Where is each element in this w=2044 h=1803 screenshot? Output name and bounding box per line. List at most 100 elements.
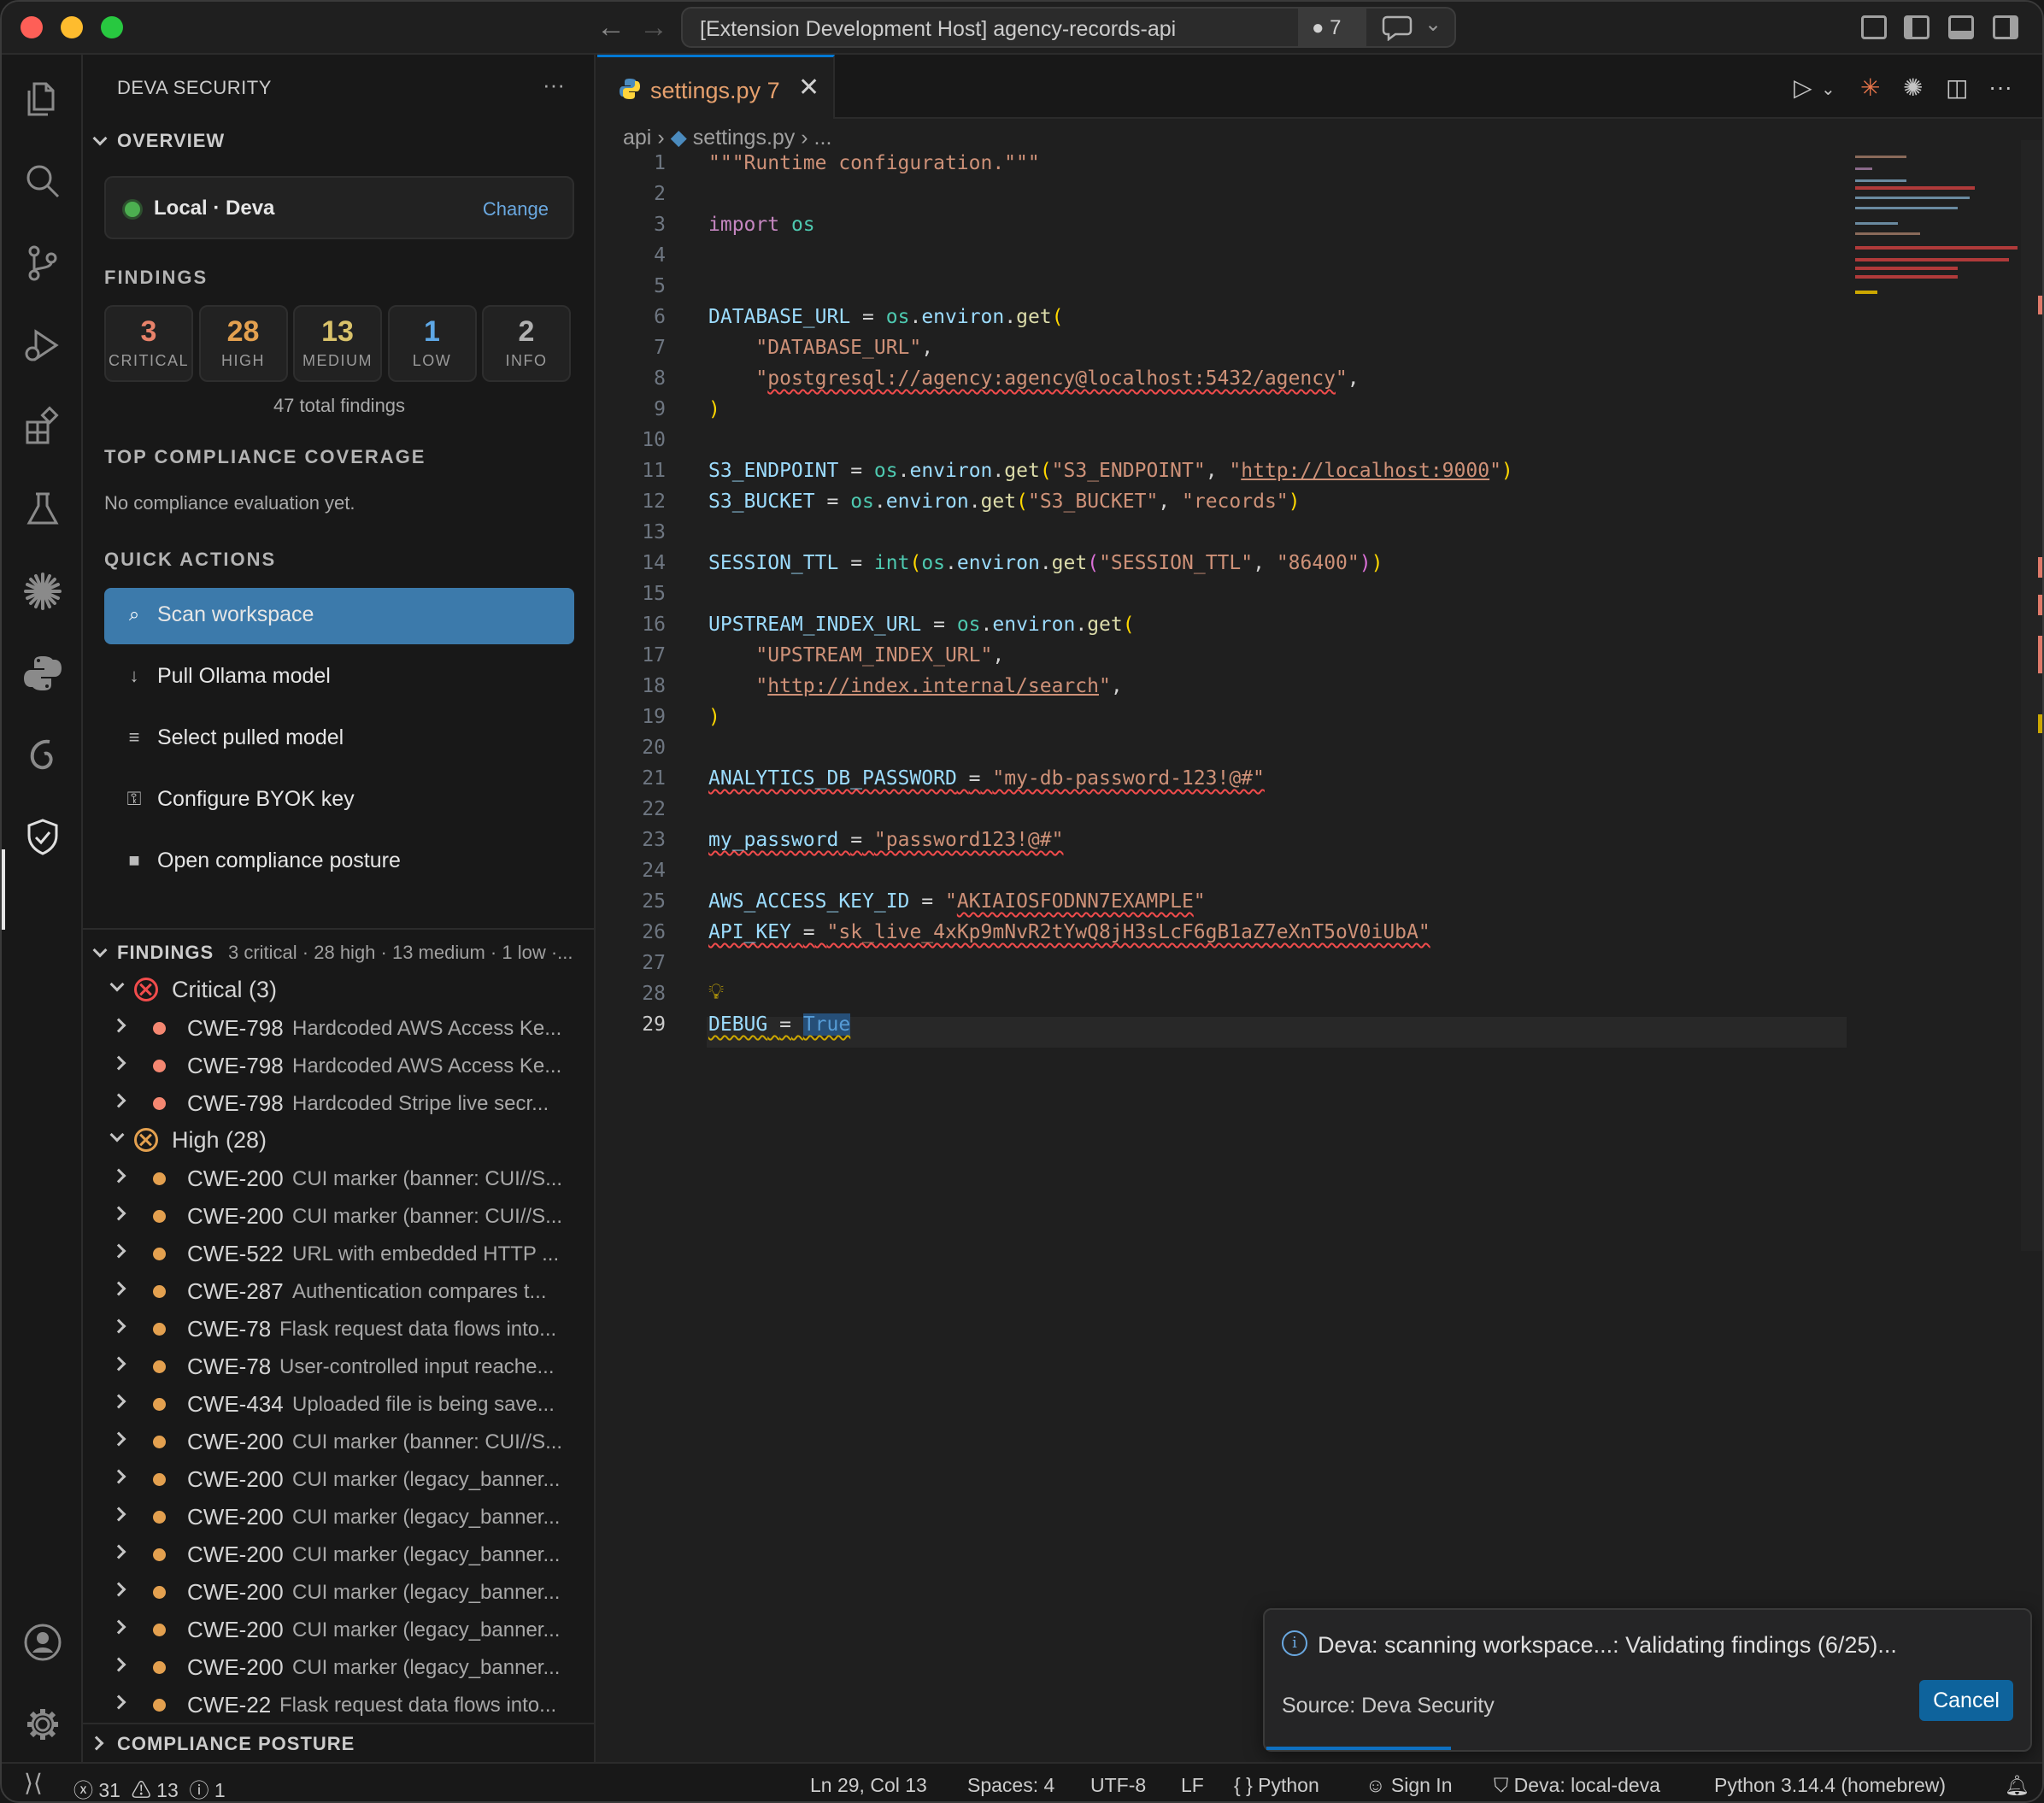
severity-card-info[interactable]: 2 INFO: [482, 305, 571, 382]
code-line[interactable]: UPSTREAM_INDEX_URL = os.environ.get(: [708, 614, 1135, 636]
search-icon[interactable]: [21, 159, 65, 203]
finding-item[interactable]: CWE-287 Authentication compares t...: [83, 1271, 596, 1309]
finding-item[interactable]: CWE-798 Hardcoded AWS Access Ke...: [83, 1046, 596, 1084]
customize-layout-icon[interactable]: [1861, 15, 1887, 39]
finding-item[interactable]: CWE-200 CUI marker (banner: CUI//S...: [83, 1159, 596, 1196]
code-line[interactable]: "http://index.internal/search",: [708, 675, 1122, 697]
severity-card-low[interactable]: 1 LOW: [387, 305, 477, 382]
source-control-icon[interactable]: [21, 241, 65, 285]
tab-settings-py[interactable]: settings.py 7 ✕: [597, 55, 835, 119]
end-of-line[interactable]: LF: [1181, 1774, 1204, 1797]
select-pulled-model-button[interactable]: ≡ Select pulled model: [104, 711, 574, 764]
finding-item[interactable]: CWE-200 CUI marker (legacy_banner...: [83, 1610, 596, 1647]
burst-icon[interactable]: [21, 569, 65, 614]
scan-workspace-button[interactable]: ⌕ Scan workspace: [104, 588, 574, 644]
code-line[interactable]: import os: [708, 214, 815, 236]
finding-item[interactable]: CWE-434 Uploaded file is being save...: [83, 1384, 596, 1422]
finding-item[interactable]: CWE-78 Flask request data flows into...: [83, 1309, 596, 1347]
findings-tree-header[interactable]: FINDINGS 3 critical · 28 high · 13 mediu…: [83, 935, 596, 971]
python-icon[interactable]: [21, 651, 65, 696]
code-line[interactable]: ): [708, 398, 720, 420]
code-line[interactable]: S3_ENDPOINT = os.environ.get("S3_ENDPOIN…: [708, 460, 1513, 482]
swirl-icon[interactable]: [21, 733, 65, 778]
chevron-down-icon[interactable]: ⌄: [1821, 79, 1835, 100]
code-line[interactable]: """Runtime configuration.""": [708, 152, 1040, 174]
openai-icon[interactable]: ✺: [1903, 73, 1923, 102]
gear-icon[interactable]: [21, 1702, 65, 1747]
finding-item[interactable]: CWE-200 CUI marker (legacy_banner...: [83, 1497, 596, 1535]
finding-item[interactable]: CWE-200 CUI marker (legacy_banner...: [83, 1535, 596, 1572]
explorer-icon[interactable]: [21, 77, 65, 121]
maximize-window-button[interactable]: [101, 16, 123, 38]
chevron-down-icon[interactable]: ⌄: [1424, 12, 1442, 37]
lightbulb-icon[interactable]: 💡︎: [708, 979, 724, 1006]
pull-ollama-model-button[interactable]: ↓ Pull Ollama model: [104, 649, 574, 702]
code-line[interactable]: ANALYTICS_DB_PASSWORD = "my-db-password-…: [708, 767, 1265, 790]
code-line[interactable]: my_password = "password123!@#": [708, 829, 1063, 851]
code-line[interactable]: DATABASE_URL = os.environ.get(: [708, 306, 1064, 328]
code-line[interactable]: AWS_ACCESS_KEY_ID = "AKIAIOSFODNN7EXAMPL…: [708, 890, 1206, 913]
more-actions-icon[interactable]: ···: [543, 72, 565, 98]
language-mode[interactable]: { } Python: [1234, 1774, 1319, 1797]
claude-burst-icon[interactable]: ✳: [1860, 73, 1880, 102]
compliance-posture-header[interactable]: COMPLIANCE POSTURE: [83, 1730, 596, 1762]
code-line[interactable]: DEBUG = True: [708, 1013, 851, 1036]
command-center[interactable]: [Extension Development Host] agency-reco…: [681, 7, 1456, 48]
code-line[interactable]: "postgresql://agency:agency@localhost:54…: [708, 367, 1359, 390]
cancel-button[interactable]: Cancel: [1919, 1680, 2013, 1721]
problems-badge[interactable]: ● 7: [1298, 9, 1366, 46]
extensions-icon[interactable]: [21, 405, 65, 449]
severity-card-medium[interactable]: 13 MEDIUM: [293, 305, 382, 382]
severity-card-high[interactable]: 28 HIGH: [198, 305, 288, 382]
finding-item[interactable]: CWE-798 Hardcoded AWS Access Ke...: [83, 1008, 596, 1046]
finding-item[interactable]: CWE-200 CUI marker (banner: CUI//S...: [83, 1422, 596, 1459]
account-icon[interactable]: [21, 1620, 65, 1665]
back-arrow-icon[interactable]: ←: [596, 12, 626, 43]
python-interpreter[interactable]: Python 3.14.4 (homebrew): [1714, 1774, 1946, 1797]
chat-icon[interactable]: [1382, 14, 1416, 42]
forward-arrow-icon[interactable]: →: [639, 12, 668, 43]
problems-indicator[interactable]: ⓧ 31 ⚠ 13 ⓘ 1: [73, 1774, 226, 1801]
code-line[interactable]: S3_BUCKET = os.environ.get("S3_BUCKET", …: [708, 490, 1301, 513]
toggle-panel-icon[interactable]: [1948, 15, 1974, 39]
finding-item[interactable]: CWE-78 User-controlled input reache...: [83, 1347, 596, 1384]
finding-item[interactable]: CWE-798 Hardcoded Stripe live secr...: [83, 1084, 596, 1121]
split-editor-icon[interactable]: ◫: [1946, 73, 1968, 102]
run-file-icon[interactable]: ▷: [1794, 73, 1812, 102]
code-line[interactable]: SESSION_TTL = int(os.environ.get("SESSIO…: [708, 552, 1383, 574]
code-line[interactable]: "DATABASE_URL",: [708, 337, 933, 359]
severity-group[interactable]: Critical (3): [83, 971, 596, 1008]
severity-group[interactable]: High (28): [83, 1121, 596, 1159]
finding-item[interactable]: CWE-22 Flask request data flows into...: [83, 1685, 596, 1723]
shield-check-icon[interactable]: [21, 815, 65, 860]
sign-in[interactable]: ☺ Sign In: [1366, 1774, 1452, 1797]
breadcrumb-folder[interactable]: api: [623, 126, 651, 150]
bell-icon[interactable]: 🔔︎: [2005, 1774, 2029, 1797]
toggle-primary-sidebar-icon[interactable]: [1904, 15, 1929, 39]
configure-byok-key-button[interactable]: ⚿ Configure BYOK key: [104, 772, 574, 825]
change-environment-link[interactable]: Change: [483, 198, 549, 220]
finding-item[interactable]: CWE-522 URL with embedded HTTP ...: [83, 1234, 596, 1271]
finding-item[interactable]: CWE-200 CUI marker (legacy_banner...: [83, 1572, 596, 1610]
indentation[interactable]: Spaces: 4: [967, 1774, 1054, 1797]
remote-icon[interactable]: ⟩⟨: [24, 1769, 43, 1797]
finding-item[interactable]: CWE-200 CUI marker (legacy_banner...: [83, 1647, 596, 1685]
more-actions-icon[interactable]: ···: [1988, 73, 2012, 101]
encoding[interactable]: UTF-8: [1090, 1774, 1146, 1797]
close-icon[interactable]: ✕: [798, 73, 819, 103]
code-line[interactable]: API_KEY = "sk_live_4xKp9mNvR2tYwQ8jH3sLc…: [708, 921, 1430, 943]
open-compliance-posture-button[interactable]: ■ Open compliance posture: [104, 834, 574, 887]
severity-card-critical[interactable]: 3 CRITICAL: [104, 305, 193, 382]
toggle-secondary-sidebar-icon[interactable]: [1993, 15, 2018, 39]
minimap[interactable]: [1853, 152, 2021, 314]
deva-status[interactable]: ⛉ Deva: local-deva: [1494, 1774, 1660, 1797]
minimize-window-button[interactable]: [61, 16, 83, 38]
finding-item[interactable]: CWE-200 CUI marker (banner: CUI//S...: [83, 1196, 596, 1234]
cursor-position[interactable]: Ln 29, Col 13: [810, 1774, 927, 1797]
close-window-button[interactable]: [21, 16, 43, 38]
testing-flask-icon[interactable]: [21, 487, 65, 532]
finding-item[interactable]: CWE-200 CUI marker (legacy_banner...: [83, 1459, 596, 1497]
code-line[interactable]: ): [708, 706, 720, 728]
breadcrumb-file[interactable]: settings.py: [693, 126, 796, 150]
code-line[interactable]: "UPSTREAM_INDEX_URL",: [708, 644, 1004, 667]
